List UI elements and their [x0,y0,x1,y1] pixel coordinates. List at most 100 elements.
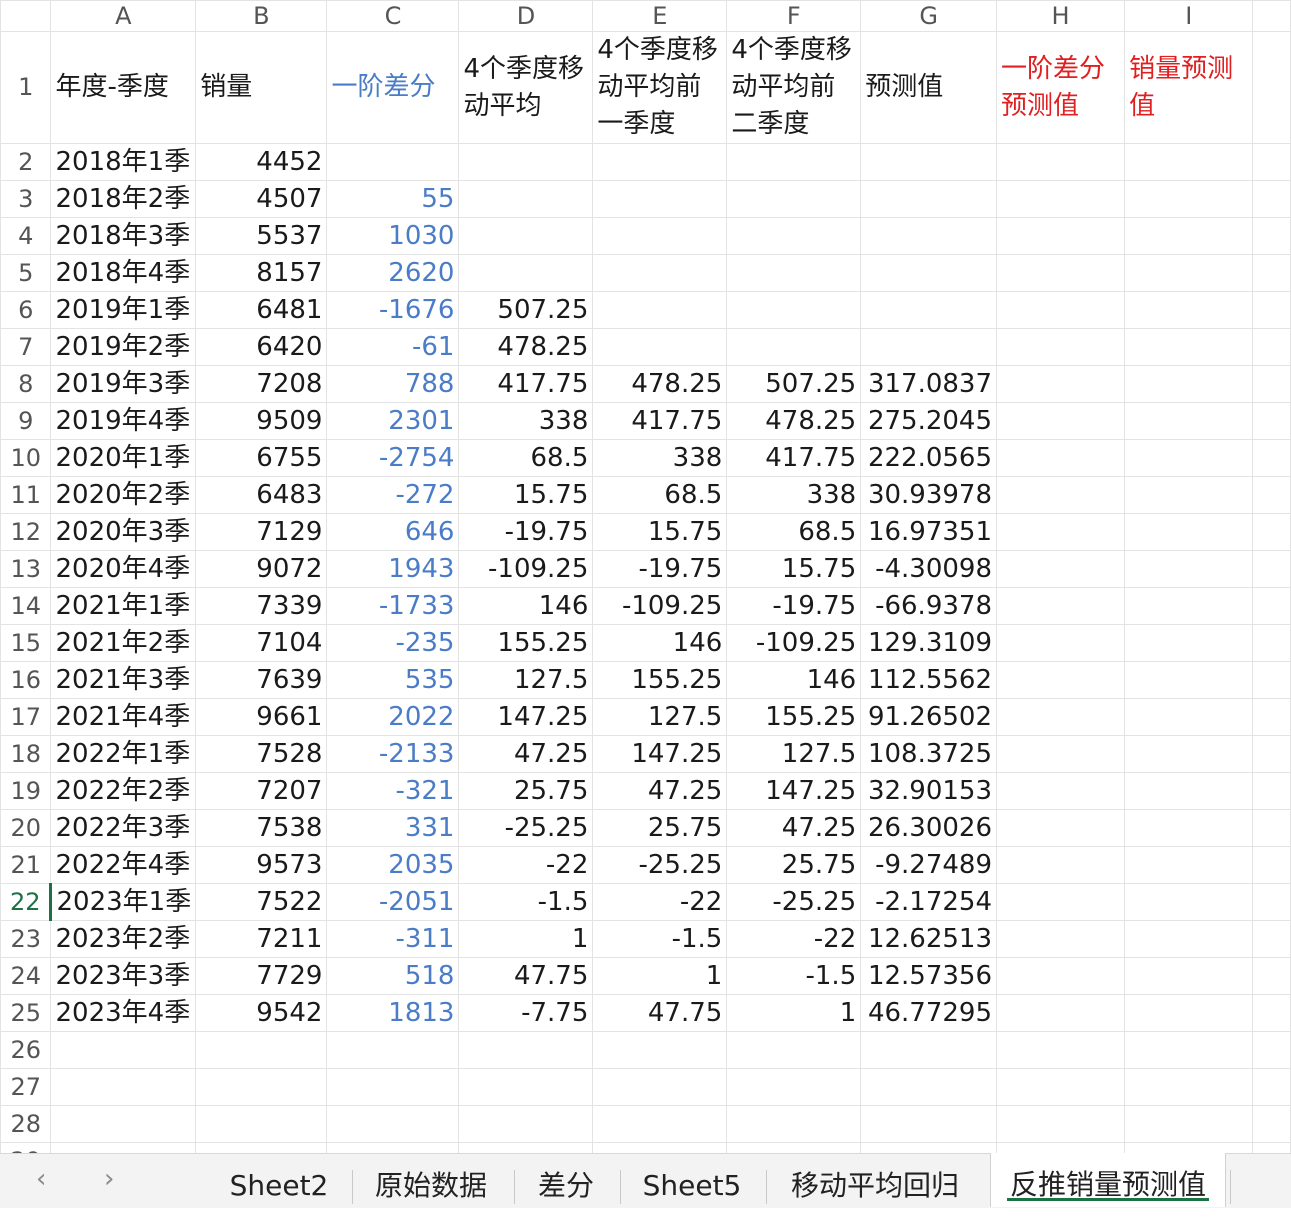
cell-g8[interactable]: 317.0837 [860,365,997,403]
cell-b9[interactable]: 9509 [195,402,328,440]
column-header-h[interactable]: H [995,0,1126,32]
cell-j22[interactable] [1252,883,1291,921]
cell-h20[interactable] [995,809,1126,847]
cell-j25[interactable] [1252,994,1291,1032]
row-header-26[interactable]: 26 [0,1031,52,1069]
tab-sheet2[interactable]: Sheet2 [214,1154,344,1208]
cell-f7[interactable] [726,328,862,366]
cell-d27[interactable] [458,1068,594,1106]
cell-h6[interactable] [995,291,1126,329]
cell-h19[interactable] [995,772,1126,810]
cell-d12[interactable]: -19.75 [458,513,594,551]
cell-b27[interactable] [195,1068,328,1106]
row-header-22[interactable]: 22 [0,883,53,921]
cell-h17[interactable] [995,698,1126,736]
row-header-29[interactable]: 29 [0,1142,52,1153]
cell-e20[interactable]: 25.75 [592,809,728,847]
cell-c15[interactable]: -235 [326,624,460,662]
column-header-a[interactable]: A [50,0,197,32]
cell-c17[interactable]: 2022 [326,698,460,736]
cell-f24[interactable]: -1.5 [726,957,862,995]
cell-b6[interactable]: 6481 [195,291,328,329]
cell-e12[interactable]: 15.75 [592,513,728,551]
cell-h22[interactable] [995,883,1126,921]
cell-e14[interactable]: -109.25 [592,587,728,625]
row-header-15[interactable]: 15 [0,624,52,662]
cell-a4[interactable]: 2018年3季 [50,217,197,255]
cell-h7[interactable] [995,328,1126,366]
cell-e17[interactable]: 127.5 [592,698,728,736]
cell-d5[interactable] [458,254,594,292]
column-header-d[interactable]: D [458,0,594,32]
cell-e6[interactable] [592,291,728,329]
cell-j18[interactable] [1252,735,1291,773]
cell-i14[interactable] [1124,587,1254,625]
cell-j1[interactable] [1252,31,1291,144]
cell-a16[interactable]: 2021年3季 [50,661,197,699]
row-header-18[interactable]: 18 [0,735,52,773]
cell-d16[interactable]: 127.5 [458,661,594,699]
cell-c25[interactable]: 1813 [326,994,460,1032]
cell-e8[interactable]: 478.25 [592,365,728,403]
cell-c19[interactable]: -321 [326,772,460,810]
row-header-5[interactable]: 5 [0,254,52,292]
row-header-2[interactable]: 2 [0,143,52,181]
cell-g29[interactable] [860,1142,997,1153]
cell-b10[interactable]: 6755 [195,439,328,477]
cell-d6[interactable]: 507.25 [458,291,594,329]
cell-c11[interactable]: -272 [326,476,460,514]
cell-g7[interactable] [860,328,997,366]
cell-a12[interactable]: 2020年3季 [50,513,197,551]
select-all-corner[interactable] [0,0,52,32]
cell-a19[interactable]: 2022年2季 [50,772,197,810]
cell-a6[interactable]: 2019年1季 [50,291,197,329]
cell-h9[interactable] [995,402,1126,440]
cell-i11[interactable] [1124,476,1254,514]
cell-c26[interactable] [326,1031,460,1069]
cell-d17[interactable]: 147.25 [458,698,594,736]
cell-a11[interactable]: 2020年2季 [50,476,197,514]
cell-a9[interactable]: 2019年4季 [50,402,197,440]
cell-h14[interactable] [995,587,1126,625]
cell-b22[interactable]: 7522 [195,883,328,921]
cell-c5[interactable]: 2620 [326,254,460,292]
cell-g16[interactable]: 112.5562 [860,661,997,699]
cell-j8[interactable] [1252,365,1291,403]
cell-d25[interactable]: -7.75 [458,994,594,1032]
cell-g19[interactable]: 32.90153 [860,772,997,810]
cell-e22[interactable]: -22 [592,883,728,921]
cell-h18[interactable] [995,735,1126,773]
cell-h16[interactable] [995,661,1126,699]
cell-e4[interactable] [592,217,728,255]
cell-f1[interactable]: 4个季度移动平均前二季度 [726,31,862,144]
cell-h4[interactable] [995,217,1126,255]
cell-c9[interactable]: 2301 [326,402,460,440]
cell-i5[interactable] [1124,254,1254,292]
cell-j7[interactable] [1252,328,1291,366]
cell-g15[interactable]: 129.3109 [860,624,997,662]
cell-e21[interactable]: -25.25 [592,846,728,884]
cell-j14[interactable] [1252,587,1291,625]
cell-a13[interactable]: 2020年4季 [50,550,197,588]
cell-d2[interactable] [458,143,594,181]
cell-d21[interactable]: -22 [458,846,594,884]
cell-b11[interactable]: 6483 [195,476,328,514]
cell-i4[interactable] [1124,217,1254,255]
cell-h3[interactable] [995,180,1126,218]
cell-d19[interactable]: 25.75 [458,772,594,810]
cell-b24[interactable]: 7729 [195,957,328,995]
cell-h29[interactable] [995,1142,1126,1153]
cell-g6[interactable] [860,291,997,329]
cell-b8[interactable]: 7208 [195,365,328,403]
cell-h21[interactable] [995,846,1126,884]
cell-d4[interactable] [458,217,594,255]
cell-b12[interactable]: 7129 [195,513,328,551]
cell-j13[interactable] [1252,550,1291,588]
cell-a5[interactable]: 2018年4季 [50,254,197,292]
row-header-9[interactable]: 9 [0,402,52,440]
cell-i17[interactable] [1124,698,1254,736]
cell-e29[interactable] [592,1142,728,1153]
cell-a26[interactable] [50,1031,197,1069]
cell-f19[interactable]: 147.25 [726,772,862,810]
cell-b2[interactable]: 4452 [195,143,328,181]
